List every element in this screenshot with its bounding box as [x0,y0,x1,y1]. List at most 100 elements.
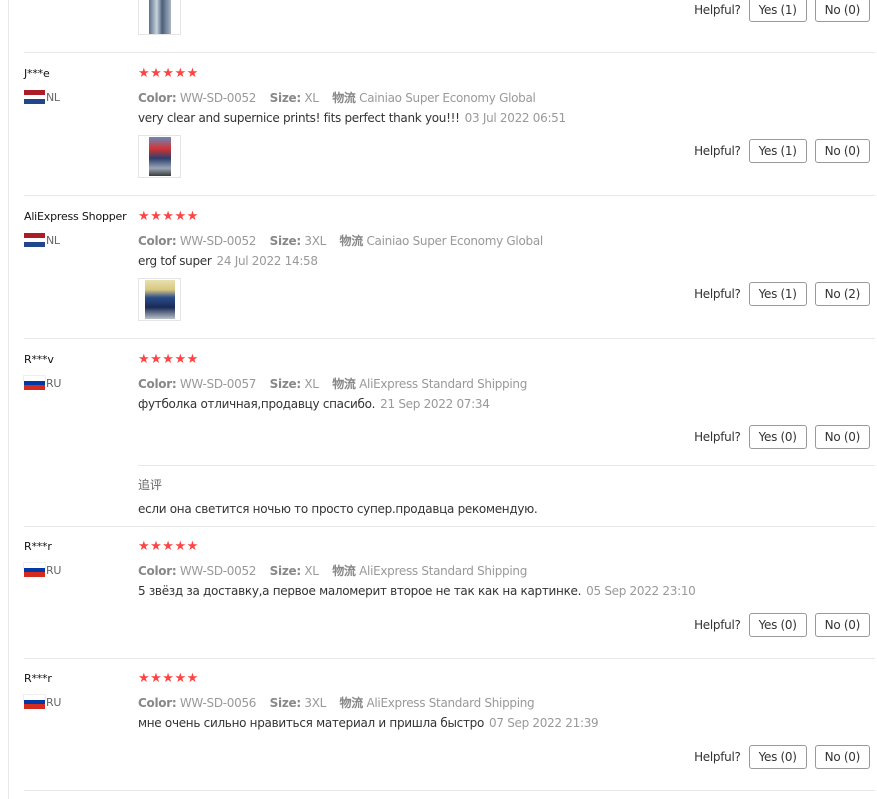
flag-ru-icon [23,694,46,710]
review-photo-thumbnail[interactable] [138,0,181,35]
helpful-votes: Helpful? Yes (1) No (0) [694,0,870,22]
reviewer-name: R***r [24,540,52,553]
left-divider [8,0,9,799]
review-date: 07 Sep 2022 21:39 [489,716,599,730]
helpful-label: Helpful? [694,750,741,764]
helpful-yes-button[interactable]: Yes (1) [748,139,807,163]
helpful-votes: Helpful? Yes (0) No (0) [694,745,870,769]
additional-feedback-label: 追评 [138,478,163,492]
size-value: XL [304,91,319,105]
review-text: футболка отличная,продавцу спасибо. 21 Se… [138,397,490,411]
size-value: XL [304,564,319,578]
color-value: WW-SD-0052 [179,234,257,248]
helpful-no-button[interactable]: No (0) [814,745,870,769]
star-rating: ★★★★★ [138,352,199,367]
helpful-label: Helpful? [694,618,741,632]
country-code: RU [46,695,62,709]
country-code: NL [46,233,60,247]
shipping-label: 物流 [332,377,356,391]
review-date: 21 Sep 2022 07:34 [380,397,490,411]
shipping-value: Cainiao Super Economy Global [366,234,543,248]
star-rating: ★★★★★ [138,671,199,686]
review-photo-person-icon [144,280,175,319]
color-value: WW-SD-0052 [179,564,257,578]
reviewer-name: AliExpress Shopper [24,210,127,223]
size-label: Size: [269,564,301,578]
size-value: 3XL [304,696,327,710]
helpful-label: Helpful? [694,430,741,444]
shipping-value: Cainiao Super Economy Global [359,91,536,105]
review-item: AliExpress Shopper NL ★★★★★ Color: WW-SD… [24,210,875,339]
color-label: Color: [138,564,177,578]
helpful-yes-button[interactable]: Yes (1) [748,0,807,22]
helpful-no-button[interactable]: No (0) [814,0,870,22]
helpful-yes-button[interactable]: Yes (0) [748,425,807,449]
flag-nl-icon [24,90,45,105]
shipping-value: AliExpress Standard Shipping [359,564,528,578]
helpful-votes: Helpful? Yes (1) No (2) [694,282,870,306]
helpful-label: Helpful? [694,3,741,17]
flag-ru-icon [23,562,46,578]
helpful-yes-button[interactable]: Yes (0) [748,613,807,637]
color-value: WW-SD-0056 [179,696,257,710]
flag-ru-icon [23,375,46,391]
review-sku-info: Color: WW-SD-0056 Size: 3XL 物流 AliExpres… [138,694,535,711]
color-value: WW-SD-0057 [179,377,257,391]
review-photo-thumbnail[interactable] [138,278,181,321]
reviewer-name: J***e [24,67,50,80]
star-rating: ★★★★★ [138,66,199,81]
helpful-yes-button[interactable]: Yes (0) [748,745,807,769]
review-photo-jeans-icon [148,0,171,34]
review-date: 05 Sep 2022 23:10 [586,584,696,598]
helpful-votes: Helpful? Yes (0) No (0) [694,613,870,637]
shipping-value: AliExpress Standard Shipping [366,696,535,710]
reviewer-country: NL [24,90,60,105]
helpful-votes: Helpful? Yes (0) No (0) [694,425,870,449]
helpful-no-button[interactable]: No (0) [814,613,870,637]
reviewer-country: NL [24,233,60,248]
review-text: мне очень сильно нравиться материал и пр… [138,716,599,730]
additional-feedback-text: если она светится ночью то просто супер.… [138,502,538,516]
star-rating: ★★★★★ [138,539,199,554]
shipping-label: 物流 [339,696,364,710]
review-item: R***r RU ★★★★★ Color: WW-SD-0056 Size: 3… [23,671,875,791]
review-photo-thumbnail[interactable] [138,135,181,178]
helpful-no-button[interactable]: No (0) [814,425,870,449]
helpful-no-button[interactable]: No (0) [814,139,870,163]
review-content: футболка отличная,продавцу спасибо. [138,397,376,411]
review-content: 5 звёзд за доставку,а первое маломерит в… [138,584,582,598]
size-label: Size: [269,91,301,105]
reviewer-name: R***r [24,672,52,685]
size-label: Size: [269,234,301,248]
review-item: Helpful? Yes (1) No (0) [24,0,875,53]
country-code: RU [46,563,62,577]
size-value: XL [304,377,319,391]
review-text: very clear and supernice prints! fits pe… [138,111,566,125]
reviewer-country: RU [23,694,62,710]
reviewer-name: R***v [24,353,54,366]
review-text: erg tof super 24 Jul 2022 14:58 [138,254,318,268]
review-photo-shirt-icon [148,137,171,176]
color-label: Color: [138,377,177,391]
helpful-votes: Helpful? Yes (1) No (0) [694,139,870,163]
review-item: R***v RU ★★★★★ Color: WW-SD-0057 Size: X… [23,352,875,527]
review-date: 03 Jul 2022 06:51 [464,111,567,125]
review-text: 5 звёзд за доставку,а первое маломерит в… [138,584,696,598]
color-value: WW-SD-0052 [179,91,257,105]
star-rating: ★★★★★ [138,209,199,224]
review-content: erg tof super [138,254,212,268]
reviewer-country: RU [23,375,61,391]
size-value: 3XL [304,234,327,248]
helpful-label: Helpful? [694,144,741,158]
color-label: Color: [138,91,177,105]
size-label: Size: [269,696,301,710]
review-item: R***r RU ★★★★★ Color: WW-SD-0052 Size: X… [23,539,875,659]
shipping-value: AliExpress Standard Shipping [359,377,528,391]
reviewer-country: RU [23,562,62,578]
helpful-no-button[interactable]: No (2) [814,282,870,306]
color-label: Color: [138,234,177,248]
shipping-label: 物流 [332,564,356,578]
additional-feedback-divider [138,465,875,466]
helpful-yes-button[interactable]: Yes (1) [748,282,807,306]
review-sku-info: Color: WW-SD-0052 Size: XL 物流 Cainiao Su… [138,89,536,106]
